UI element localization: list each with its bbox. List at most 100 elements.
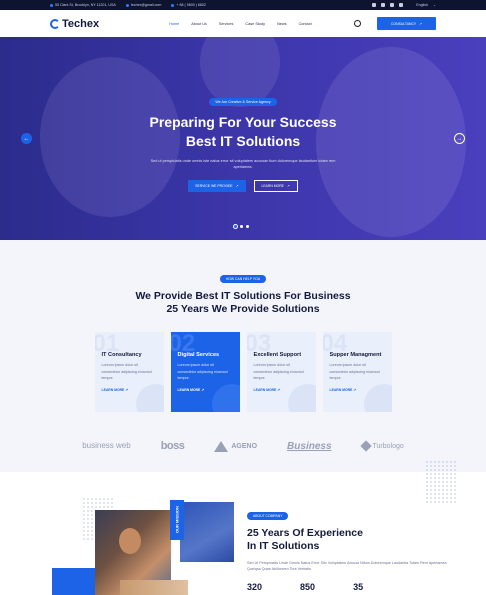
brand-logo-ageno: AGENO — [214, 440, 258, 452]
brand-logos: business web boss AGENO Business Turbolo… — [0, 440, 486, 452]
service-we-provide-button[interactable]: SERVICE WE PROVIDE ↗ — [188, 180, 246, 192]
arrow-trend-icon: ↗ — [277, 387, 281, 392]
service-card-supper-managment[interactable]: 04 Supper Managment Loreum ipsum dolor s… — [322, 332, 392, 412]
about-photo-meeting — [180, 502, 234, 562]
location-icon — [50, 3, 53, 7]
services-title-line1: We Provide Best IT Solutions For Busines… — [135, 290, 351, 302]
arrow-trend-icon: ↗ — [419, 21, 422, 26]
brand-name: Techex — [62, 17, 100, 30]
about-section: OUR MISSION ABOUT COMPANY 25 Years Of Ex… — [0, 460, 486, 595]
phone-text[interactable]: + 88 ( 9800 ) 6802 — [176, 3, 205, 7]
about-badge: ABOUT COMPANY — [247, 512, 289, 520]
about-photo-accent — [52, 568, 95, 595]
service-cards: 01 IT Consultancy Loreum ipsum dolor sit… — [0, 332, 486, 412]
about-title: 25 Years Of Experience In IT Solutions — [247, 527, 447, 553]
turbologo-text: Turbologo — [372, 442, 404, 450]
hero-title-line1: Preparing For Your Success — [149, 114, 337, 130]
ageno-text: AGENO — [231, 442, 258, 450]
card-text: Loreum ipsum dolor sit consectetur adipi… — [329, 363, 380, 380]
dot-pattern — [425, 460, 457, 505]
consultancy-button[interactable]: CONSULTANCY ↗ — [377, 17, 436, 30]
arrow-trend-icon: ↗ — [125, 387, 129, 392]
nav-item-about[interactable]: About Us — [191, 22, 207, 26]
search-icon[interactable] — [354, 20, 362, 27]
hero-badge: We Are Creative & Service Agency — [209, 98, 277, 106]
stat-value: 35 — [353, 581, 364, 592]
next-slide-button[interactable]: → — [454, 133, 465, 144]
nav-item-case-study[interactable]: Case Study — [245, 22, 265, 26]
arrow-trend-icon: ↗ — [201, 387, 205, 392]
twitter-icon[interactable] — [381, 3, 386, 7]
hero-title: Preparing For Your Success Best IT Soluti… — [0, 113, 486, 151]
arrow-trend-icon: ↗ — [235, 184, 239, 188]
services-title: We Provide Best IT Solutions For Busines… — [0, 290, 486, 316]
service-card-excellent-support[interactable]: 03 Excellent Support Loreum ipsum dolor … — [246, 332, 316, 412]
about-title-line1: 25 Years Of Experience — [247, 527, 363, 539]
mail-icon — [125, 3, 129, 7]
slider-dot[interactable] — [246, 225, 249, 228]
brand-logo-business-web: business web — [82, 441, 131, 450]
card-text: Loreum ipsum dolor sit consectetur adipi… — [101, 363, 152, 380]
phone-icon — [171, 3, 175, 7]
card-text: Loreum ipsum dolor sit consectetur adipi… — [177, 363, 228, 380]
address-text: 55 Clark St, Brooklyn, NY 11201, USA — [55, 3, 116, 7]
person-face — [119, 528, 141, 554]
logo-icon — [50, 18, 60, 29]
hero-text: Sed ut perspiciatis unde omnis iste natu… — [150, 159, 336, 169]
card-text: Loreum ipsum dolor sit consectetur adipi… — [253, 363, 304, 380]
triangle-icon — [214, 440, 229, 452]
arrow-right-icon: → — [456, 135, 463, 142]
learn-more-label: LEARN MORE — [101, 387, 125, 392]
slider-dot[interactable] — [240, 225, 243, 228]
about-text: Sed Ut Perspiciatis Unde Omnis Natus Err… — [247, 561, 447, 572]
email-info[interactable]: techex@gmail.com — [125, 3, 162, 7]
chevron-down-icon: ⌄ — [432, 3, 436, 7]
services-section: HOW CAN HELP YOU We Provide Best IT Solu… — [0, 240, 486, 472]
prev-slide-button[interactable]: ← — [21, 133, 32, 144]
arrow-trend-icon: ↗ — [286, 184, 290, 188]
brand-logo-business: Business — [287, 440, 332, 452]
about-title-line2: In IT Solutions — [247, 540, 320, 552]
email-text[interactable]: techex@gmail.com — [131, 3, 162, 7]
mission-label: OUR MISSION — [170, 500, 184, 540]
vimeo-icon[interactable] — [390, 3, 395, 7]
consultancy-label: CONSULTANCY — [391, 21, 417, 26]
card-title: Excellent Support — [253, 352, 302, 358]
service-card-digital-services[interactable]: 02 Digital Services Loreum ipsum dolor s… — [170, 332, 240, 412]
facebook-icon[interactable] — [372, 3, 377, 7]
arrow-trend-icon: ↗ — [353, 387, 357, 392]
brand-logo-turbologo: Turbologo — [359, 440, 404, 452]
top-bar: 55 Clark St, Brooklyn, NY 11201, USA tec… — [0, 0, 486, 10]
brand-logo-boss: boss — [160, 440, 185, 452]
card-learn-more-link[interactable]: LEARN MORE ↗ — [102, 388, 157, 392]
card-learn-more-link[interactable]: LEARN MORE ↗ — [178, 388, 233, 392]
card-title: Supper Managment — [329, 352, 382, 358]
nav-item-services[interactable]: Services — [219, 22, 234, 26]
card-learn-more-link[interactable]: LEARN MORE ↗ — [254, 388, 309, 392]
nav-item-contact[interactable]: Contact — [299, 22, 312, 26]
diamond-icon — [359, 440, 372, 452]
main-nav: Techex Home About Us Services Case Study… — [0, 10, 486, 37]
card-learn-more-link[interactable]: LEARN MORE ↗ — [330, 388, 385, 392]
youtube-icon[interactable] — [399, 3, 404, 7]
hero-banner: We Are Creative & Service Agency Prepari… — [0, 37, 486, 240]
learn-more-button[interactable]: LEARN MORE ↗ — [253, 180, 298, 192]
phone-info[interactable]: + 88 ( 9800 ) 6802 — [171, 3, 206, 7]
slider-dot[interactable] — [234, 225, 237, 228]
arrow-left-icon: ← — [23, 135, 30, 142]
learn-more-label: LEARN MORE — [261, 184, 284, 188]
learn-more-label: LEARN MORE — [177, 387, 201, 392]
stat-value: 850 — [300, 581, 316, 592]
about-photo-bottom — [120, 580, 188, 595]
service-card-it-consultancy[interactable]: 01 IT Consultancy Loreum ipsum dolor sit… — [94, 332, 164, 412]
services-badge: HOW CAN HELP YOU — [219, 275, 267, 283]
service-button-label: SERVICE WE PROVIDE — [195, 184, 233, 188]
stat-value: 320 — [247, 581, 263, 592]
nav-item-home[interactable]: Home — [169, 22, 179, 26]
logo[interactable]: Techex — [50, 18, 99, 30]
learn-more-label: LEARN MORE — [253, 387, 277, 392]
nav-item-news[interactable]: News — [277, 22, 287, 26]
learn-more-label: LEARN MORE — [329, 387, 353, 392]
language-select[interactable]: English — [416, 3, 428, 7]
services-title-line2: 25 Years We Provide Solutions — [166, 303, 320, 315]
